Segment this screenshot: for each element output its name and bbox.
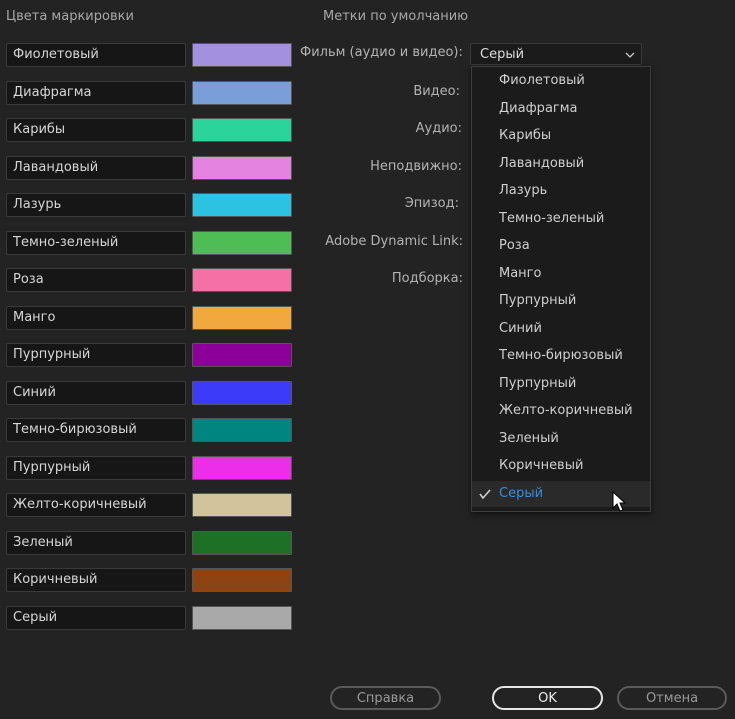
dropdown-option-label: Синий (499, 320, 542, 336)
dropdown-option-label: Карибы (499, 128, 552, 143)
label-name-field[interactable]: Темно-бирюзовый (6, 418, 186, 442)
label-name-field[interactable]: Карибы (6, 118, 186, 142)
dropdown-option-label: Пурпурный (499, 375, 577, 391)
label-color-swatch[interactable] (192, 193, 292, 217)
film-select-value: Серый (480, 47, 525, 62)
label-name-field[interactable]: Фиолетовый (6, 43, 186, 67)
checkmark-icon (479, 488, 491, 499)
dropdown-option[interactable]: Коричневый (472, 453, 650, 479)
label-color-swatch[interactable] (192, 493, 292, 517)
dropdown-option[interactable]: Пурпурный (472, 288, 650, 314)
dropdown-option[interactable]: Манго (472, 261, 650, 287)
still-label: Неподвижно: (370, 159, 462, 174)
label-name-field[interactable]: Темно-зеленый (6, 230, 186, 255)
label-color-swatch[interactable] (192, 230, 292, 255)
label-color-swatch[interactable] (192, 530, 292, 555)
help-button[interactable]: Справка (330, 686, 441, 710)
dropdown-option-label: Диафрагма (499, 100, 578, 116)
label-color-swatch[interactable] (192, 568, 292, 592)
dropdown-option-label: Фиолетовый (499, 73, 585, 88)
label-dropdown-menu: Фиолетовый Диафрагма Карибы Лавандовый Лазур… (471, 66, 651, 512)
label-name-field[interactable]: Манго (6, 305, 186, 330)
dropdown-option[interactable]: Диафрагма (472, 96, 650, 122)
film-label-select[interactable]: Серый (470, 43, 642, 65)
label-name-field[interactable]: Коричневый (6, 568, 186, 592)
label-color-swatch[interactable] (192, 418, 292, 442)
label-name-field[interactable]: Диафрагма (6, 80, 186, 105)
label-color-swatch[interactable] (192, 43, 292, 67)
audio-label: Аудио: (415, 121, 462, 136)
dropdown-option-label: Пурпурный (499, 293, 577, 308)
label-name-field[interactable]: Желто-коричневый (6, 493, 186, 517)
dropdown-option[interactable]: Фиолетовый (472, 68, 650, 94)
default-labels-title: Метки по умолчанию (323, 9, 469, 24)
label-color-swatch[interactable] (192, 155, 292, 180)
label-name-field[interactable]: Серый (6, 605, 186, 630)
dropdown-option-label: Желто-коричневый (499, 403, 633, 418)
dropdown-option[interactable]: Темно-бирюзовый (472, 343, 650, 369)
label-color-swatch[interactable] (192, 80, 292, 105)
dropdown-option-label: Зеленый (499, 430, 559, 446)
label-color-swatch[interactable] (192, 380, 292, 405)
dropdown-option[interactable]: Карибы (472, 123, 650, 149)
label-name-field[interactable]: Лавандовый (6, 155, 186, 180)
label-name-field[interactable]: Лазурь (6, 193, 186, 217)
label-name-field[interactable]: Пурпурный (6, 455, 186, 480)
dropdown-option[interactable]: Лазурь (472, 178, 650, 204)
dropdown-option-label: Коричневый (499, 458, 584, 473)
label-name-field[interactable]: Зеленый (6, 530, 186, 555)
label-colors-title: Цвета маркировки (6, 9, 134, 24)
label-color-swatch[interactable] (192, 118, 292, 142)
dropdown-option[interactable]: Роза (472, 233, 650, 259)
ok-button[interactable]: OK (492, 686, 603, 710)
dropdown-option-label: Роза (499, 238, 530, 253)
dropdown-option-label: Темно-зеленый (499, 210, 605, 226)
dropdown-option-label: Лазурь (499, 183, 548, 198)
label-name-field[interactable]: Пурпурный (6, 343, 186, 367)
dropdown-option[interactable]: Желто-коричневый (472, 398, 650, 424)
label-name-field[interactable]: Роза (6, 268, 186, 292)
dynamic-link-label: Adobe Dynamic Link: (325, 234, 463, 249)
cancel-button[interactable]: Отмена (617, 686, 727, 710)
dropdown-option-label: Манго (499, 265, 542, 281)
dropdown-option-label: Темно-бирюзовый (499, 348, 623, 363)
label-color-swatch[interactable] (192, 455, 292, 480)
dropdown-option[interactable]: Пурпурный (472, 371, 650, 397)
dropdown-option[interactable]: Зеленый (472, 426, 650, 452)
video-label: Видео: (413, 84, 460, 99)
dropdown-option-label: Серый (499, 485, 544, 501)
label-color-swatch[interactable] (192, 343, 292, 367)
mouse-cursor-icon (612, 491, 627, 512)
bin-label: Подборка: (391, 271, 463, 286)
dropdown-option[interactable]: Лавандовый (472, 151, 650, 177)
episode-label: Эпизод: (404, 196, 459, 211)
label-name-field[interactable]: Синий (6, 380, 186, 405)
dropdown-option-label: Лавандовый (499, 155, 585, 171)
label-color-swatch[interactable] (192, 268, 292, 292)
film-label: Фильм (аудио и видео): (300, 45, 463, 60)
dropdown-option[interactable]: Синий (472, 316, 650, 342)
label-color-swatch[interactable] (192, 305, 292, 330)
label-color-swatch[interactable] (192, 605, 292, 630)
dropdown-option[interactable]: Темно-зеленый (472, 206, 650, 232)
